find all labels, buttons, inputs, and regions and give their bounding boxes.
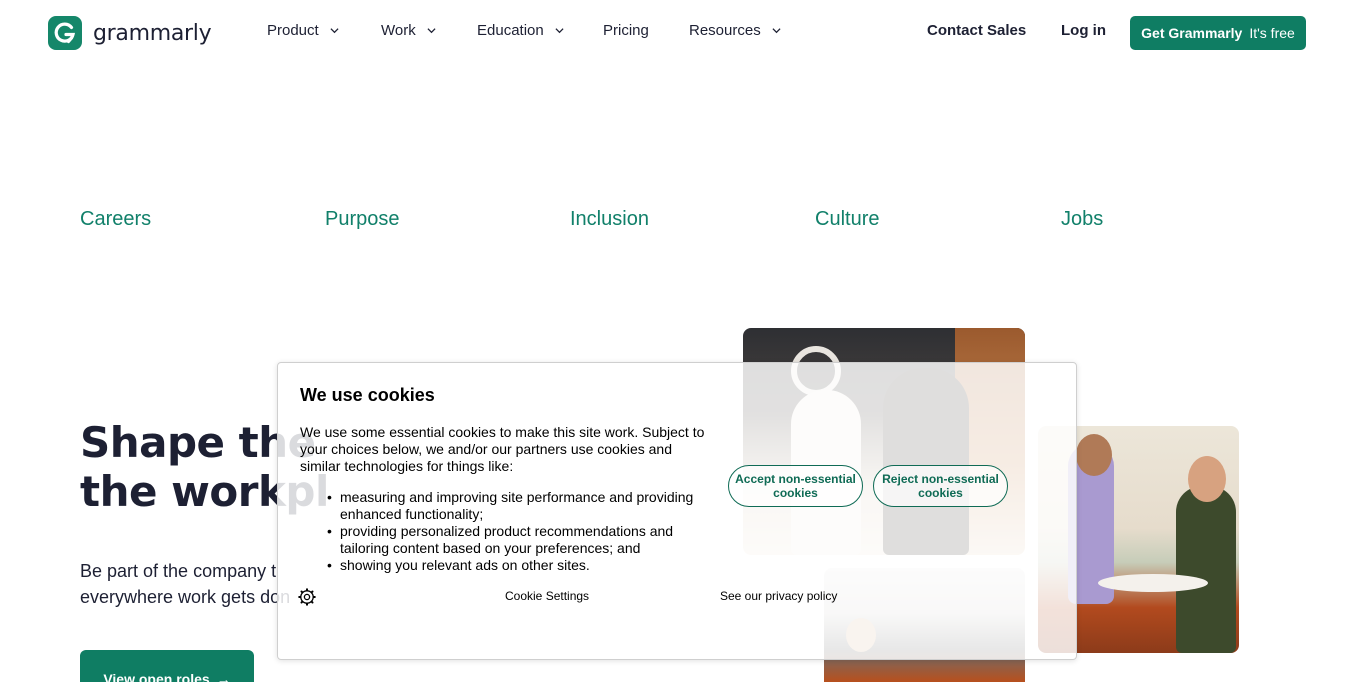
photo-person [1176, 486, 1236, 653]
grammarly-g-icon [48, 16, 82, 50]
nav-pricing[interactable]: Pricing [603, 22, 649, 39]
cookie-dialog-title: We use cookies [300, 385, 435, 405]
photo-person-head [1188, 456, 1226, 502]
nav-education-label: Education [477, 22, 544, 39]
cookie-settings-link[interactable]: Cookie Settings [505, 589, 589, 603]
cta-sub-label: It's free [1249, 25, 1295, 41]
hero-subtitle-line-1: Be part of the company t [80, 561, 277, 581]
list-item: measuring and improving site performance… [300, 489, 712, 523]
contact-sales-link[interactable]: Contact Sales [927, 22, 1026, 39]
nav-resources[interactable]: Resources [689, 22, 781, 39]
nav-work[interactable]: Work [381, 22, 436, 39]
nav-work-label: Work [381, 22, 416, 39]
logo-wordmark: grammarly [93, 20, 212, 46]
photo-table [1098, 574, 1208, 592]
subnav-jobs[interactable]: Jobs [1061, 208, 1103, 231]
nav-pricing-label: Pricing [603, 22, 649, 39]
chevron-down-icon [772, 28, 781, 34]
subnav-purpose[interactable]: Purpose [325, 208, 400, 231]
gear-icon[interactable] [298, 588, 316, 606]
list-item: providing personalized product recommend… [300, 523, 712, 557]
cta-main-label: Get Grammarly [1141, 25, 1243, 41]
site-header: grammarly Product Work Education Pricing… [0, 0, 1366, 64]
subnav-careers[interactable]: Careers [80, 208, 151, 231]
arrow-right-icon: → [216, 671, 231, 682]
reject-cookies-button[interactable]: Reject non-essential cookies [873, 465, 1008, 507]
hero-subtitle-line-2: everywhere work gets don [80, 587, 291, 607]
cookie-dialog-body: We use some essential cookies to make th… [300, 424, 705, 474]
nav-product[interactable]: Product [267, 22, 339, 39]
chevron-down-icon [330, 28, 339, 34]
grammarly-logo[interactable]: grammarly [48, 16, 212, 50]
login-link[interactable]: Log in [1061, 22, 1106, 39]
view-open-roles-button[interactable]: View open roles → [80, 650, 254, 682]
nav-education[interactable]: Education [477, 22, 564, 39]
nav-product-label: Product [267, 22, 319, 39]
cookie-purpose-list: measuring and improving site performance… [300, 489, 712, 574]
privacy-policy-link[interactable]: See our privacy policy [720, 589, 837, 603]
subnav-culture[interactable]: Culture [815, 208, 879, 231]
view-open-roles-label: View open roles [103, 671, 210, 682]
cookie-consent-dialog: We use cookies We use some essential coo… [277, 362, 1077, 660]
list-item: showing you relevant ads on other sites. [300, 557, 712, 574]
subnav-inclusion[interactable]: Inclusion [570, 208, 649, 231]
get-grammarly-button[interactable]: Get Grammarly It's free [1130, 16, 1306, 50]
chevron-down-icon [427, 28, 436, 34]
accept-cookies-button[interactable]: Accept non-essential cookies [728, 465, 863, 507]
photo-person-head [1076, 434, 1112, 476]
nav-resources-label: Resources [689, 22, 761, 39]
chevron-down-icon [555, 28, 564, 34]
